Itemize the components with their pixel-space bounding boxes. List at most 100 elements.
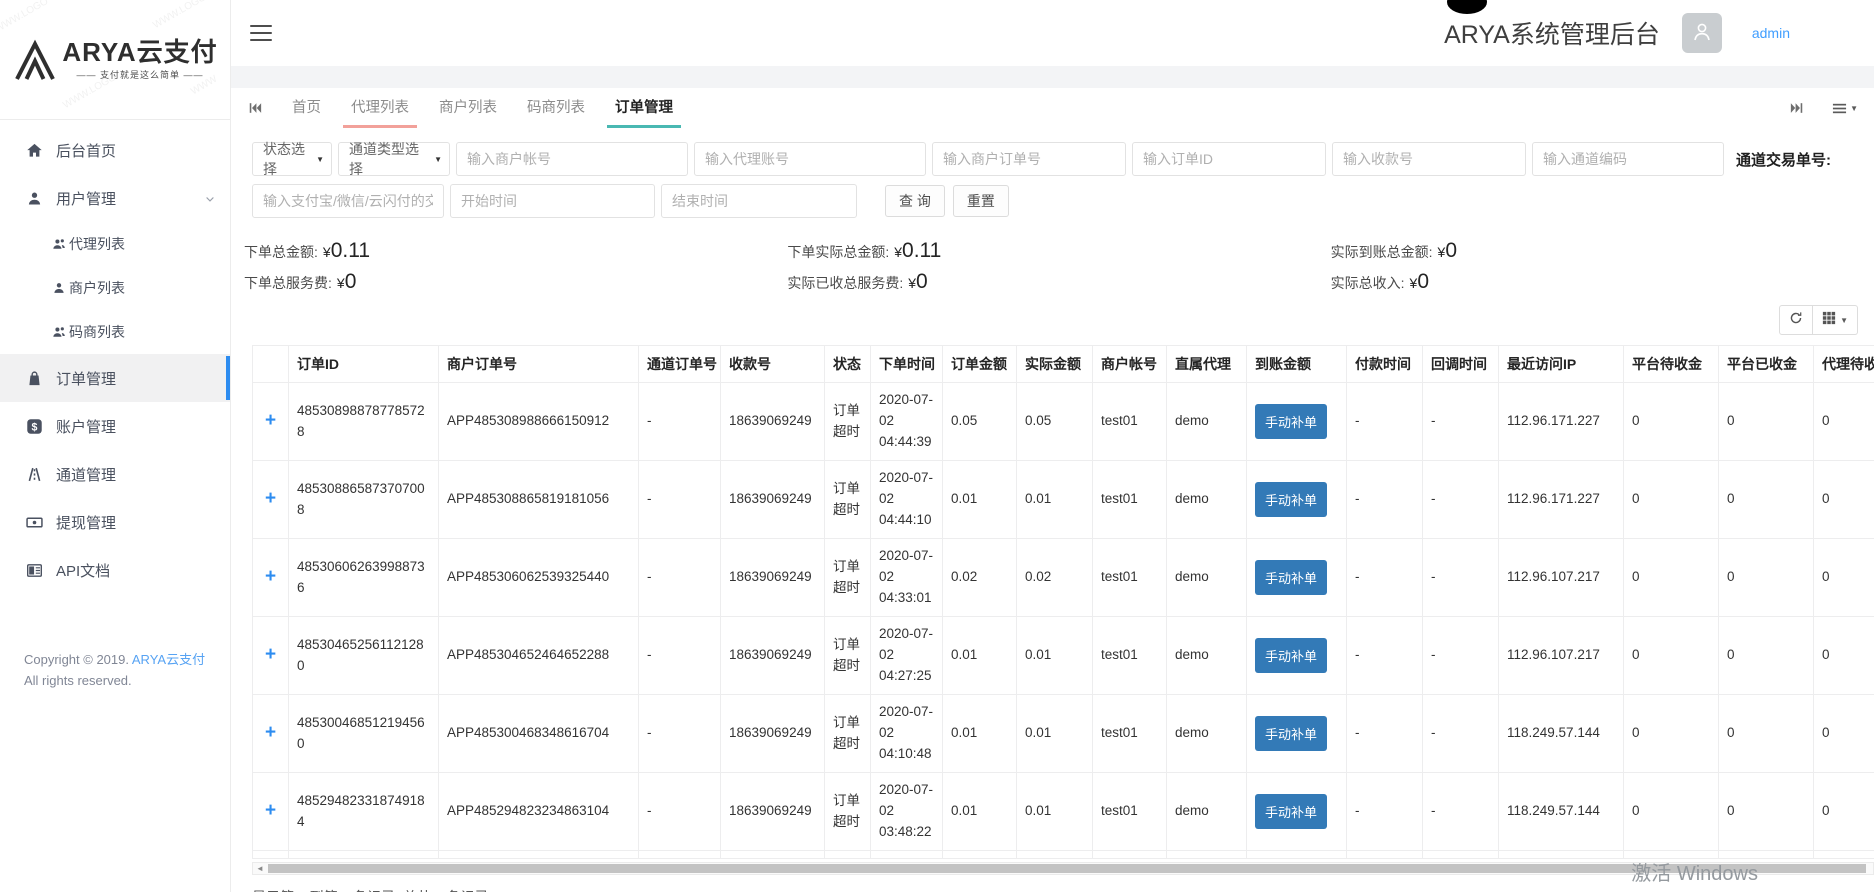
cell-payee-no: 18639069249 bbox=[720, 382, 825, 461]
cell-platform-pending: 0 bbox=[1623, 460, 1719, 539]
cell-callback-time: - bbox=[1422, 382, 1499, 461]
cell-order-id: 485306062639988736 bbox=[288, 538, 439, 617]
summary-value: 0 bbox=[1445, 239, 1458, 262]
sidebar-item-order-management[interactable]: 订单管理 bbox=[0, 354, 230, 402]
cell-direct-agent: demo bbox=[1166, 694, 1247, 773]
user-icon bbox=[26, 190, 43, 207]
cell-last-ip: 118.249.57.144 bbox=[1498, 694, 1624, 773]
orders-table-wrap: 订单ID 商户订单号 通道订单号 收款号 状态 下单时间 订单金额 实际金额 商户帐号 直属代理到… bbox=[252, 345, 1874, 859]
sidebar-item-account-management[interactable]: $ 账户管理 bbox=[0, 402, 230, 450]
summary-stat-label: 下单实际总金额: bbox=[787, 244, 890, 260]
menu-toggle-icon[interactable] bbox=[250, 25, 272, 41]
reset-button[interactable]: 重置 bbox=[952, 185, 1009, 217]
sidebar-item-api-docs[interactable]: API文档 bbox=[0, 546, 230, 594]
sidebar-item-merchant-list[interactable]: 商户列表 bbox=[0, 266, 230, 310]
end-time-input[interactable] bbox=[661, 184, 857, 218]
cell-empty bbox=[1498, 850, 1624, 859]
users-icon bbox=[52, 325, 66, 339]
col-header-order-time: 下单时间 bbox=[870, 345, 943, 383]
cell-status: 订单超时 bbox=[824, 694, 871, 773]
merchant-order-no-input[interactable] bbox=[932, 142, 1126, 176]
cell-merchant-account: test01 bbox=[1092, 460, 1167, 539]
cell-order-time: 2020-07-02 04:33:01 bbox=[870, 538, 943, 617]
record-info: 显示第 1 到第 6 条记录, 总共 6 条记录 bbox=[252, 887, 1874, 892]
cell-arrival-amount: 手动补单 bbox=[1246, 772, 1347, 851]
agent-account-input[interactable] bbox=[694, 142, 926, 176]
expand-row-plus-icon[interactable]: + bbox=[265, 722, 276, 743]
skip-end-icon[interactable] bbox=[1790, 101, 1804, 115]
expand-row-plus-icon[interactable]: + bbox=[265, 566, 276, 587]
manual-reissue-button[interactable]: 手动补单 bbox=[1255, 404, 1328, 439]
sidebar-item-label: 商户列表 bbox=[69, 280, 125, 296]
channel-code-input[interactable] bbox=[1532, 142, 1724, 176]
cell-arrival-amount: 手动补单 bbox=[1246, 382, 1347, 461]
summary-stat: 下单总金额: ¥0.11 bbox=[244, 239, 787, 263]
cell-status: 订单超时 bbox=[824, 772, 871, 851]
scrollbar-thumb[interactable] bbox=[268, 864, 1866, 873]
sidebar-item-channel-management[interactable]: 通道管理 bbox=[0, 450, 230, 498]
tab-home[interactable]: 首页 bbox=[292, 88, 321, 128]
expand-row-plus-icon[interactable]: + bbox=[265, 410, 276, 431]
tab-order-management[interactable]: 订单管理 bbox=[607, 88, 681, 128]
refresh-button[interactable] bbox=[1779, 305, 1814, 335]
cell-last-ip: 112.96.171.227 bbox=[1498, 382, 1624, 461]
tab-label: 码商列表 bbox=[527, 100, 585, 116]
copyright-suffix: All rights reserved. bbox=[24, 672, 132, 688]
cell-merchant-account: test01 bbox=[1092, 772, 1167, 851]
sidebar-item-withdraw-management[interactable]: 提现管理 bbox=[0, 498, 230, 546]
cell-agent-pending: 0 bbox=[1813, 694, 1874, 773]
cell-empty bbox=[1422, 850, 1499, 859]
manual-reissue-button[interactable]: 手动补单 bbox=[1255, 794, 1328, 829]
cell-empty bbox=[720, 850, 825, 859]
skip-start-icon[interactable] bbox=[248, 101, 262, 115]
expand-row-plus-icon[interactable]: + bbox=[265, 488, 276, 509]
col-header-channel-order-no: 通道订单号 bbox=[638, 345, 721, 383]
user-avatar[interactable] bbox=[1681, 13, 1722, 53]
order-id-input[interactable] bbox=[1132, 142, 1326, 176]
channel-type-select[interactable]: 通道类型选择 ▼ bbox=[338, 141, 450, 177]
sidebar-item-user-management[interactable]: 用户管理 bbox=[0, 174, 230, 222]
summary-column: 下单实际总金额: ¥0.11 实际已收总服务费: ¥0 bbox=[787, 232, 1330, 301]
tab-merchant-list[interactable]: 商户列表 bbox=[439, 88, 497, 128]
cell-platform-received: 0 bbox=[1718, 538, 1814, 617]
manual-reissue-button[interactable]: 手动补单 bbox=[1255, 638, 1328, 673]
copyright-brand-link[interactable]: ARYA云支付 bbox=[132, 652, 205, 667]
cell-platform-pending: 0 bbox=[1623, 538, 1719, 617]
col-header-payee-no: 收款号 bbox=[720, 345, 825, 383]
sidebar-item-agent-list[interactable]: 代理列表 bbox=[0, 222, 230, 266]
search-button[interactable]: 查 询 bbox=[885, 185, 945, 217]
table-toolbar: ▼ bbox=[252, 305, 1874, 335]
col-header---action: 到账金额 bbox=[1246, 345, 1347, 383]
tab-code-merchant-list[interactable]: 码商列表 bbox=[527, 88, 585, 128]
col-header-merchant-account: 商户帐号 bbox=[1092, 345, 1167, 383]
sidebar-item-home[interactable]: 后台首页 bbox=[0, 126, 230, 174]
caret-down-icon: ▼ bbox=[434, 154, 442, 164]
columns-toggle-button[interactable]: ▼ bbox=[1813, 305, 1858, 335]
payee-no-input[interactable] bbox=[1332, 142, 1526, 176]
manual-reissue-button[interactable]: 手动补单 bbox=[1255, 482, 1328, 517]
sidebar-item-code-merchant-list[interactable]: 码商列表 bbox=[0, 310, 230, 354]
scroll-left-arrow-icon[interactable]: ◄ bbox=[253, 862, 267, 875]
summary-column: 实际到账总金额: ¥0 实际总收入: ¥0 bbox=[1331, 232, 1874, 301]
pay-account-input[interactable] bbox=[252, 184, 444, 218]
start-time-input[interactable] bbox=[450, 184, 655, 218]
manual-reissue-button[interactable]: 手动补单 bbox=[1255, 560, 1328, 595]
merchant-account-input[interactable] bbox=[456, 142, 688, 176]
summary-value: 0.11 bbox=[330, 239, 371, 262]
cell-platform-received: 0 bbox=[1718, 772, 1814, 851]
col-header-callback-time: 回调时间 bbox=[1422, 345, 1499, 383]
cell-order-id: 485308865873707008 bbox=[288, 460, 439, 539]
status-select[interactable]: 状态选择 ▼ bbox=[252, 141, 332, 177]
expand-row-plus-icon[interactable]: + bbox=[265, 800, 276, 821]
tab-list-menu-icon[interactable]: ▼ bbox=[1832, 101, 1858, 116]
cell-platform-received: 0 bbox=[1718, 460, 1814, 539]
manual-reissue-button[interactable]: 手动补单 bbox=[1255, 716, 1328, 751]
cell-channel-order-no: - bbox=[638, 694, 721, 773]
cell-pay-time: - bbox=[1346, 694, 1423, 773]
cell-order-amount: 0.01 bbox=[942, 694, 1017, 773]
username-link[interactable]: admin bbox=[1752, 25, 1790, 41]
expand-row-plus-icon[interactable]: + bbox=[265, 644, 276, 665]
tab-agent-list[interactable]: 代理列表 bbox=[343, 88, 417, 128]
cell-empty bbox=[252, 850, 289, 859]
cell-expand: + bbox=[252, 616, 289, 695]
